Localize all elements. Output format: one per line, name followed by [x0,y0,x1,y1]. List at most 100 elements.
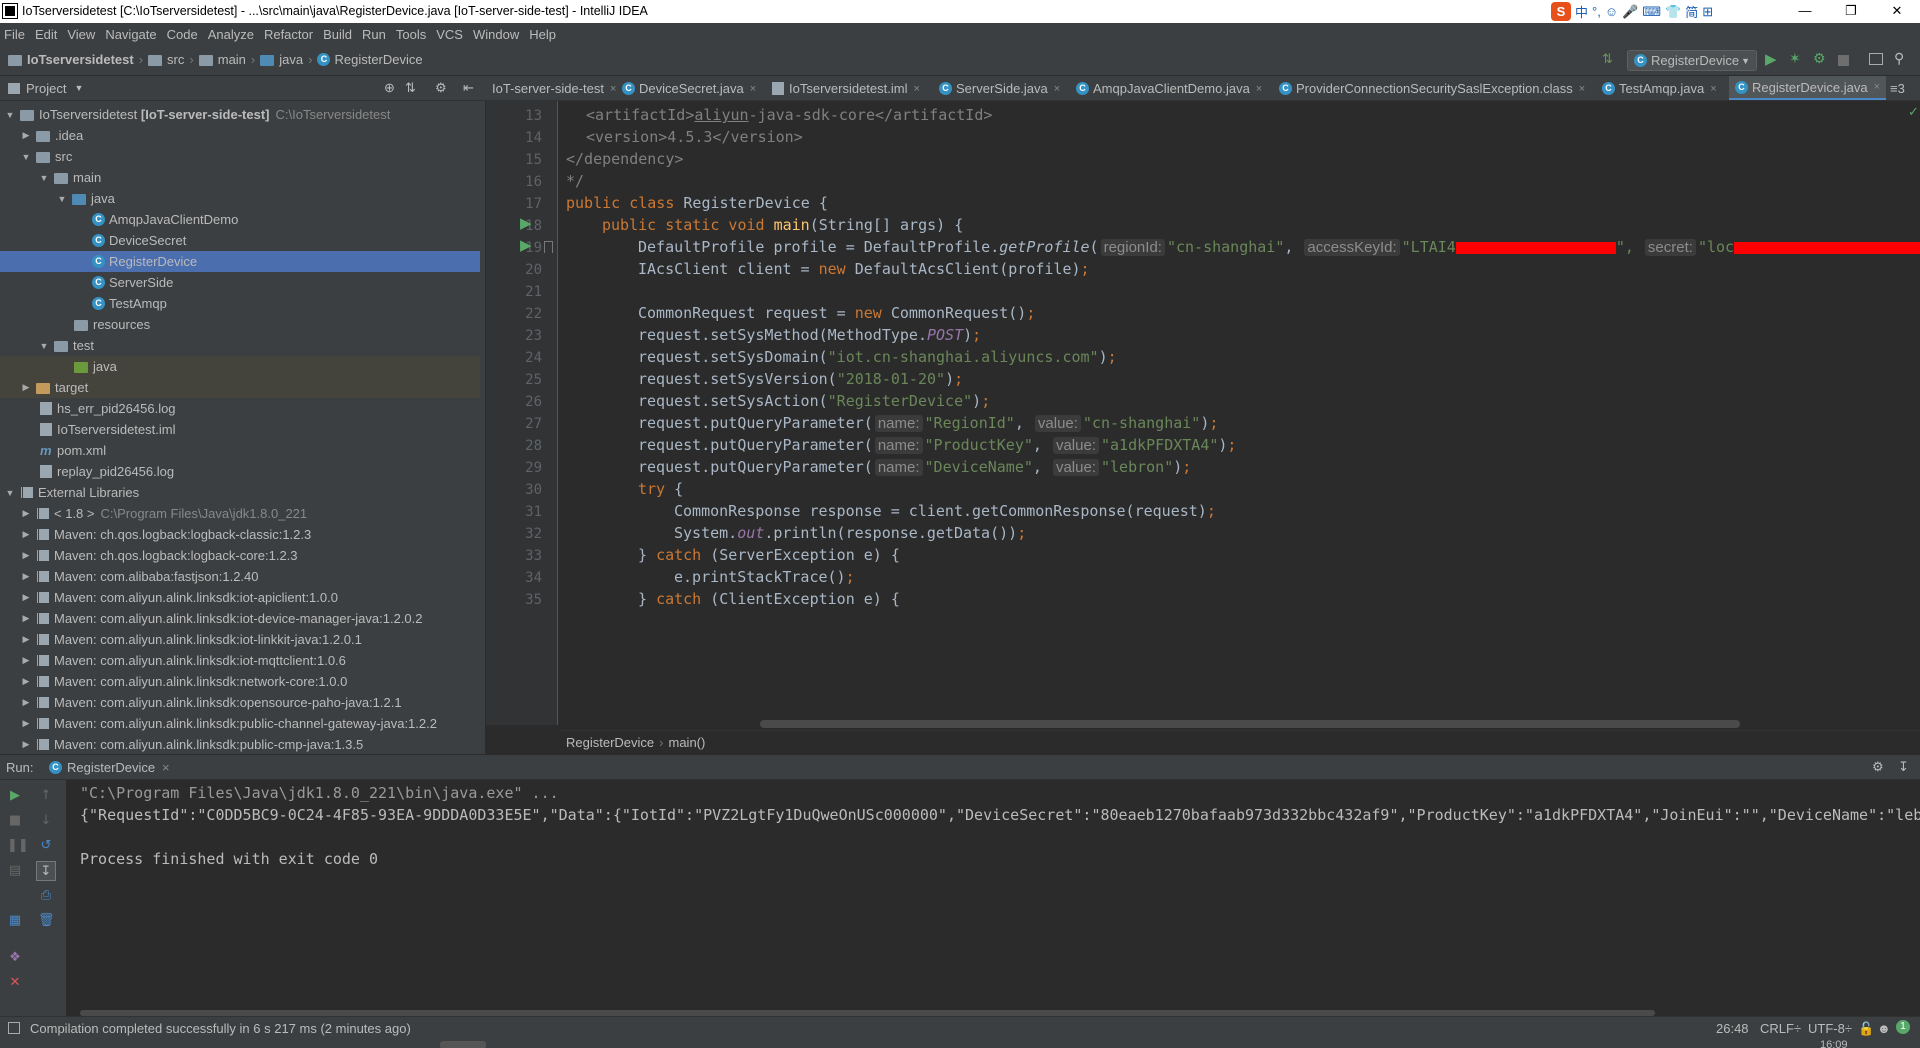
tree-item-library[interactable]: ▶ Maven: com.aliyun.alink.linksdk:networ… [0,671,480,692]
chevron-down-icon[interactable]: ▼ [38,173,50,183]
close-icon[interactable]: × [913,83,919,95]
print-icon[interactable]: ⎙ [38,888,54,904]
menu-view[interactable]: View [67,27,95,42]
tree-item-serverside[interactable]: C ServerSide [0,272,480,293]
close-icon[interactable]: × [162,760,170,775]
project-panel-title[interactable]: Project [26,81,66,96]
gear-icon[interactable]: ⚙ [1872,759,1884,775]
chevron-down-icon[interactable]: ▼ [56,194,68,204]
ime-toolbar[interactable]: S 中 °, ☺ 🎤 ⌨ 👕 简 ⊞ [1551,2,1713,21]
menu-window[interactable]: Window [473,27,519,42]
collapse-all-icon[interactable]: ⇅ [405,80,416,96]
chevron-right-icon[interactable]: ▶ [20,655,32,666]
tree-item-test[interactable]: ▼ test [0,335,480,356]
tab-registerdevice[interactable]: C RegisterDevice.java × [1729,76,1887,100]
menu-help[interactable]: Help [529,27,556,42]
tab-iml[interactable]: IoTserversidetest.iml × [766,76,926,100]
breadcrumb-src[interactable]: src [167,52,184,67]
tree-item-amqpjavaclientdemo[interactable]: C AmqpJavaClientDemo [0,209,480,230]
tree-item-hs-err-log[interactable]: hs_err_pid26456.log [0,398,480,419]
breadcrumb-main[interactable]: main [218,52,246,67]
trash-icon[interactable]: 🗑 [38,913,55,929]
rerun-icon[interactable]: ▶ [7,788,23,804]
close-icon[interactable]: ✕ [7,975,23,991]
tool-windows-icon[interactable] [8,1022,20,1034]
close-icon[interactable]: × [1256,83,1262,95]
ime-punctuation-icon[interactable]: °, [1592,4,1601,19]
run-tab-label[interactable]: RegisterDevice [67,760,155,775]
build-icon[interactable]: ⇅ [1602,51,1616,66]
tree-item-external-libraries[interactable]: ▼ External Libraries [0,482,480,503]
tree-item-resources[interactable]: resources [0,314,480,335]
chevron-right-icon[interactable]: ▶ [20,676,32,687]
menu-tools[interactable]: Tools [396,27,426,42]
tree-item-java[interactable]: ▼ java [0,188,480,209]
tree-item-iml[interactable]: IoTserversidetest.iml [0,419,480,440]
chevron-right-icon[interactable]: ▶ [20,718,32,729]
run-icon[interactable]: ▶ [1765,50,1779,68]
tab-iot-server-side-test[interactable]: IoT-server-side-test × [486,76,622,100]
tree-item-library[interactable]: ▶ Maven: com.aliyun.alink.linksdk:iot-mq… [0,650,480,671]
chevron-right-icon[interactable]: ▶ [20,130,32,141]
tree-item-main[interactable]: ▼ main [0,167,480,188]
menu-analyze[interactable]: Analyze [208,27,254,42]
stop-icon[interactable] [1838,55,1849,66]
ime-simplified-toggle[interactable]: 简 [1685,2,1698,21]
ime-chinese-mode[interactable]: 中 [1575,2,1588,21]
coverage-icon[interactable]: ⚙ [1813,50,1827,66]
close-icon[interactable]: × [1710,83,1716,95]
chevron-right-icon[interactable]: ▶ [20,529,32,540]
chevron-right-icon[interactable]: ▶ [20,739,32,750]
chevron-right-icon[interactable]: ▶ [20,571,32,582]
tree-item-registerdevice[interactable]: C RegisterDevice [0,251,480,272]
menu-build[interactable]: Build [323,27,352,42]
chevron-right-icon[interactable]: ▶ [20,508,32,519]
pause-icon[interactable]: ❚❚ [7,838,29,854]
run-gutter-icon[interactable]: ▶ [520,236,532,254]
chevron-right-icon[interactable]: ▶ [20,634,32,645]
close-icon[interactable]: × [750,83,756,95]
tree-item-test-java[interactable]: java [0,356,480,377]
line-separator[interactable]: CRLF÷ [1760,1021,1801,1036]
debug-icon[interactable]: ✶ [1789,50,1803,66]
run-configuration-select[interactable]: C RegisterDevice ▼ [1627,50,1757,71]
status-message[interactable]: Compilation completed successfully in 6 … [30,1021,411,1036]
soft-wrap-icon[interactable]: ↺ [38,838,54,854]
ime-keyboard-icon[interactable]: ⌨ [1642,4,1661,20]
tree-item-library[interactable]: ▶ Maven: com.aliyun.alink.linksdk:openso… [0,692,480,713]
ime-emoji-icon[interactable]: ☺ [1605,4,1618,19]
menu-run[interactable]: Run [362,27,386,42]
dump-threads-icon[interactable]: ▤ [7,863,23,879]
tree-item-project-root[interactable]: ▼ IoTserversidetest [IoT-server-side-tes… [0,104,480,125]
close-icon[interactable]: × [1579,83,1585,95]
tree-item-library[interactable]: ▶ Maven: ch.qos.logback:logback-core:1.2… [0,545,480,566]
tree-item-testamqp[interactable]: C TestAmqp [0,293,480,314]
chevron-right-icon[interactable]: ▶ [20,592,32,603]
editor-horizontal-scrollbar[interactable] [760,720,1740,728]
tree-item-library[interactable]: ▶ Maven: com.aliyun.alink.linksdk:iot-de… [0,608,480,629]
ime-voice-icon[interactable]: 🎤 [1622,4,1638,20]
menu-edit[interactable]: Edit [35,27,57,42]
tab-provider-exception[interactable]: C ProviderConnectionSecuritySaslExceptio… [1273,76,1591,100]
pin-icon[interactable]: ❖ [7,950,23,966]
menu-navigate[interactable]: Navigate [105,27,156,42]
code-editor[interactable]: <artifactId>aliyun-java-sdk-core</artifa… [558,101,1920,725]
tree-item-library[interactable]: ▶ Maven: com.aliyun.alink.linksdk:public… [0,713,480,734]
status-scroll-handle[interactable] [440,1041,486,1048]
run-gutter-icon[interactable]: ▶ [520,214,532,232]
chevron-right-icon[interactable]: ▶ [20,382,32,393]
scroll-from-source-icon[interactable]: ⊕ [384,80,395,96]
menu-refactor[interactable]: Refactor [264,27,313,42]
tree-item-jdk[interactable]: ▶ < 1.8 > C:\Program Files\Java\jdk1.8.0… [0,503,480,524]
maximize-button[interactable]: ❐ [1828,0,1874,23]
chevron-right-icon[interactable]: ▶ [20,697,32,708]
restore-layout-icon[interactable]: ▦ [7,913,23,929]
chevron-right-icon[interactable]: ▶ [20,550,32,561]
event-log-icon[interactable]: 1 [1896,1020,1910,1034]
breadcrumb-java[interactable]: java [279,52,303,67]
tree-item-library[interactable]: ▶ Maven: com.aliyun.alink.linksdk:iot-li… [0,629,480,650]
tab-testamqp[interactable]: C TestAmqp.java × [1596,76,1723,100]
tab-amqpjavaclientdemo[interactable]: C AmqpJavaClientDemo.java × [1070,76,1268,100]
chevron-right-icon[interactable]: ▶ [20,613,32,624]
tree-item-library[interactable]: ▶ Maven: com.aliyun.alink.linksdk:public… [0,734,480,754]
